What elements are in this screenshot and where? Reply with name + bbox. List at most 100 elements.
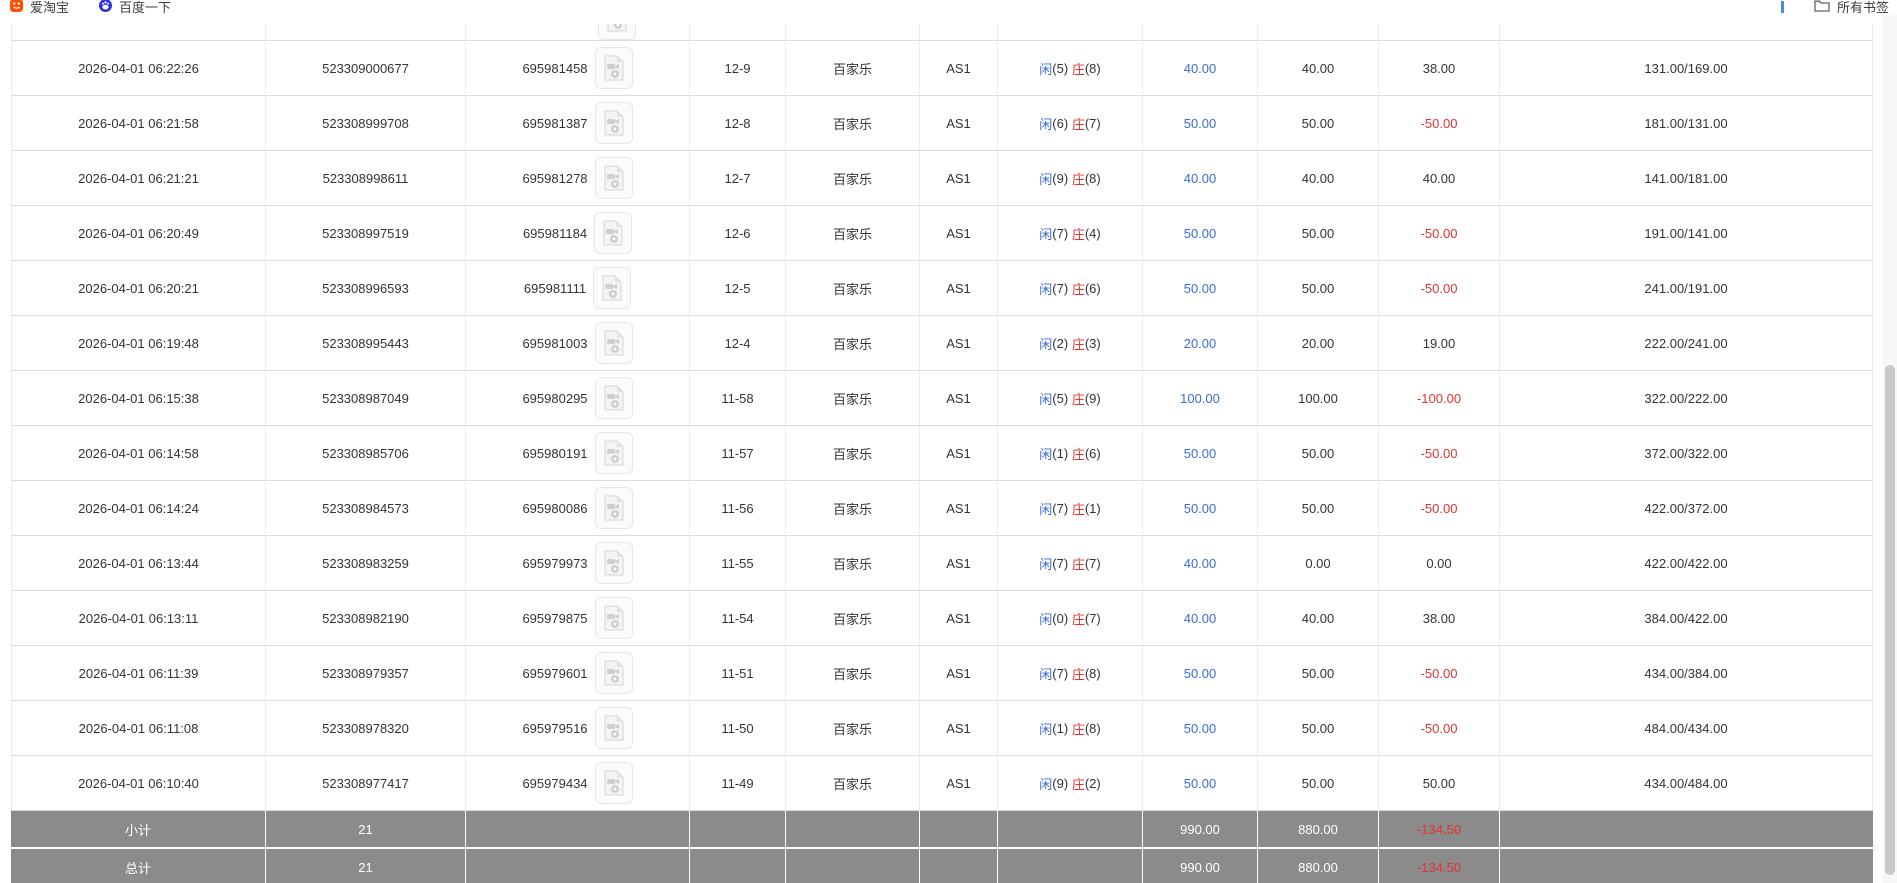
- player-label: 闲: [1039, 334, 1052, 353]
- bookmark-item-taobao[interactable]: 爱淘宝: [10, 0, 69, 15]
- win-loss-cell: 19.00: [1379, 316, 1500, 370]
- round-id-cell: 695981278: [466, 151, 690, 205]
- game-table-cell: AS1: [920, 261, 998, 315]
- bet-amount-link[interactable]: 40.00: [1184, 61, 1217, 76]
- bet-amount-cell: 20.00: [1143, 316, 1258, 370]
- game-table-cell: AS1: [920, 481, 998, 535]
- table-row: 2026-04-01 06:20:49 523308997519 6959811…: [11, 205, 1873, 260]
- table-row: 2026-04-01 06:21:58 523308999708 6959813…: [11, 95, 1873, 150]
- bet-amount-link[interactable]: 50.00: [1184, 226, 1217, 241]
- video-replay-button[interactable]: [595, 652, 633, 694]
- bet-amount-link[interactable]: 100.00: [1180, 391, 1220, 406]
- all-bookmarks-label: 所有书签: [1837, 0, 1889, 15]
- bet-amount-link[interactable]: 50.00: [1184, 281, 1217, 296]
- table-row: 2026-04-01 06:13:44 523308983259 6959799…: [11, 535, 1873, 590]
- bet-amount-link[interactable]: 40.00: [1184, 171, 1217, 186]
- bet-amount-link[interactable]: 40.00: [1184, 556, 1217, 571]
- summary-valid-total-cell: 880.00: [1258, 849, 1379, 883]
- table-row: 2026-04-01 06:15:38 523308987049 6959802…: [11, 370, 1873, 425]
- summary-label-cell: 总计: [11, 849, 266, 883]
- bet-amount-cell: 50.00: [1143, 756, 1258, 810]
- video-replay-button[interactable]: [595, 707, 633, 749]
- game-table-cell: AS1: [920, 701, 998, 755]
- bet-time-cell: 2026-04-01 06:13:11: [11, 591, 266, 645]
- valid-amount-cell: 100.00: [1258, 371, 1379, 425]
- game-type-cell: 百家乐: [786, 371, 920, 425]
- banker-label: 庄: [1072, 334, 1085, 353]
- bet-amount-link[interactable]: 50.00: [1184, 666, 1217, 681]
- balance-cell: 191.00/141.00: [1500, 206, 1873, 260]
- table-row: 2026-04-01 06:20:21 523308996593 6959811…: [11, 260, 1873, 315]
- summary-valid-total-cell: 880.00: [1258, 811, 1379, 847]
- bet-amount-link[interactable]: 40.00: [1184, 611, 1217, 626]
- bet-id-cell: 523308979357: [266, 646, 466, 700]
- result-cell: 闲(7) 庄(7): [998, 536, 1143, 590]
- win-loss-cell: -50.00: [1379, 701, 1500, 755]
- video-replay-button[interactable]: [595, 47, 633, 89]
- round-number-cell: 11-50: [690, 701, 786, 755]
- game-type-cell: 百家乐: [786, 261, 920, 315]
- bet-id-cell: 523308978320: [266, 701, 466, 755]
- video-replay-button[interactable]: [595, 377, 633, 419]
- bet-time-cell: 2026-04-01 06:21:58: [11, 96, 266, 150]
- video-replay-button[interactable]: [595, 102, 633, 144]
- round-number-cell: 12-4: [690, 316, 786, 370]
- bet-amount-cell: 50.00: [1143, 206, 1258, 260]
- video-replay-button[interactable]: [595, 432, 633, 474]
- round-id-cell: 695979516: [466, 701, 690, 755]
- video-replay-button[interactable]: [594, 212, 632, 254]
- bet-amount-link[interactable]: 20.00: [1184, 336, 1217, 351]
- scrollbar-track[interactable]: [1883, 15, 1897, 883]
- video-replay-button[interactable]: [595, 487, 633, 529]
- bet-amount-cell: 40.00: [1143, 41, 1258, 95]
- banker-label: 庄: [1072, 554, 1085, 573]
- scrollbar-thumb[interactable]: [1885, 365, 1895, 875]
- video-replay-button[interactable]: [595, 597, 633, 639]
- round-number-cell: 11-49: [690, 756, 786, 810]
- player-label: 闲: [1039, 499, 1052, 518]
- video-replay-button[interactable]: [598, 24, 636, 40]
- bet-amount-cell: 40.00: [1143, 151, 1258, 205]
- bet-amount-link[interactable]: 50.00: [1184, 116, 1217, 131]
- balance-cell: 141.00/181.00: [1500, 151, 1873, 205]
- bet-time-cell: 2026-04-01 06:22:26: [11, 41, 266, 95]
- round-id-cell: 695979434: [466, 756, 690, 810]
- table-row: 2026-04-01 06:21:21 523308998611 6959812…: [11, 150, 1873, 205]
- win-loss-cell: 40.00: [1379, 151, 1500, 205]
- result-cell: 闲(1) 庄(8): [998, 701, 1143, 755]
- bet-id-cell: 523308977417: [266, 756, 466, 810]
- valid-amount-cell: 40.00: [1258, 151, 1379, 205]
- bet-amount-link[interactable]: 50.00: [1184, 776, 1217, 791]
- bet-amount-link[interactable]: 50.00: [1184, 721, 1217, 736]
- bet-amount-cell: 50.00: [1143, 481, 1258, 535]
- banker-label: 庄: [1072, 114, 1085, 133]
- bet-amount-link[interactable]: 50.00: [1184, 501, 1217, 516]
- player-label: 闲: [1039, 774, 1052, 793]
- partial-top-row: [11, 24, 1873, 40]
- video-replay-button[interactable]: [595, 322, 633, 364]
- balance-cell: 484.00/434.00: [1500, 701, 1873, 755]
- video-replay-button[interactable]: [593, 267, 631, 309]
- bet-id-cell: 523309000677: [266, 41, 466, 95]
- result-cell: 闲(9) 庄(8): [998, 151, 1143, 205]
- all-bookmarks-button[interactable]: 所有书签: [1814, 0, 1889, 15]
- video-replay-button[interactable]: [595, 157, 633, 199]
- video-replay-button[interactable]: [595, 542, 633, 584]
- banker-label: 庄: [1072, 389, 1085, 408]
- bet-amount-cell: 50.00: [1143, 646, 1258, 700]
- video-replay-button[interactable]: [595, 762, 633, 804]
- round-number-cell: 12-6: [690, 206, 786, 260]
- summary-bet-total-cell: 990.00: [1143, 811, 1258, 847]
- banker-label: 庄: [1072, 664, 1085, 683]
- folder-icon: [1814, 0, 1830, 15]
- bookmark-item-baidu[interactable]: 百度一下: [99, 0, 171, 15]
- summary-count-cell: 21: [266, 849, 466, 883]
- win-loss-cell: -50.00: [1379, 206, 1500, 260]
- player-label: 闲: [1039, 719, 1052, 738]
- bet-id-cell: 523308996593: [266, 261, 466, 315]
- round-id-cell: 695981458: [466, 41, 690, 95]
- table-row: 2026-04-01 06:11:39 523308979357 6959796…: [11, 645, 1873, 700]
- round-id-cell: 695981003: [466, 316, 690, 370]
- bet-amount-link[interactable]: 50.00: [1184, 446, 1217, 461]
- bet-id-cell: 523308984573: [266, 481, 466, 535]
